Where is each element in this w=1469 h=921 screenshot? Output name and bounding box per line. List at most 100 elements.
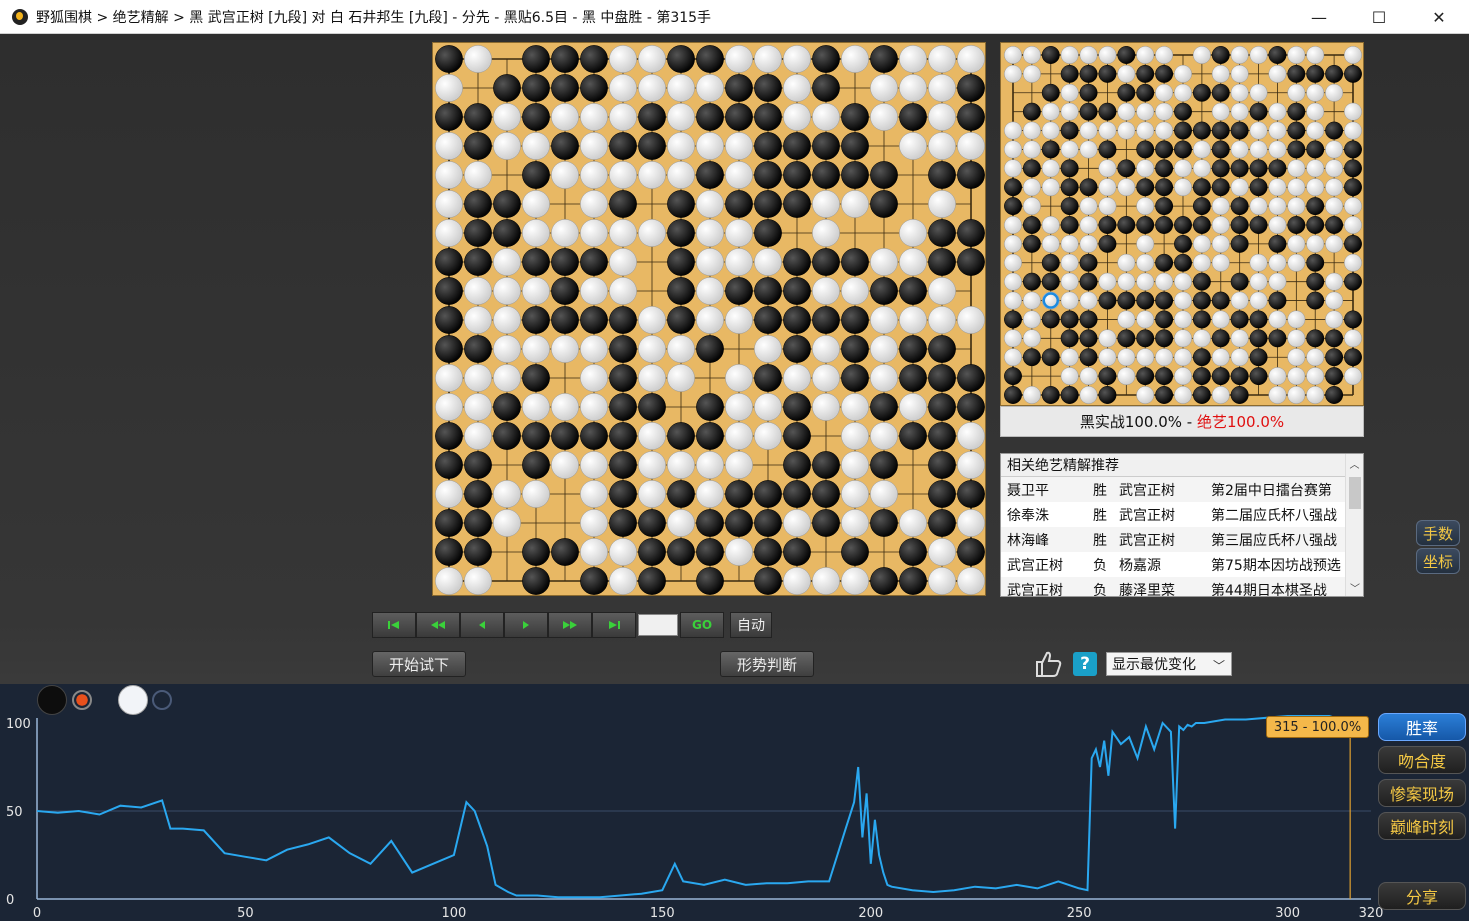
black-stone (667, 306, 695, 334)
white-stone (1287, 46, 1306, 64)
white-stone (957, 567, 985, 595)
white-ai-toggle-icon[interactable] (152, 690, 172, 710)
move-number-input[interactable] (638, 614, 678, 636)
white-stone (1211, 348, 1230, 367)
back-ten-icon (431, 621, 445, 629)
recommendation-scrollbar[interactable]: ︿ ﹀ (1345, 454, 1363, 596)
best-variation-select[interactable]: 显示最优变化 ﹀ (1106, 652, 1232, 676)
white-stone (696, 277, 724, 305)
first-move-button[interactable] (372, 612, 416, 638)
white-stone (580, 219, 608, 247)
rec-opponent: 武宫正树 (1119, 482, 1175, 499)
white-stone (493, 132, 521, 160)
recommendation-row[interactable]: 武宫正树 负藤泽里菜 第44期日本棋圣战 (1001, 577, 1347, 596)
black-stone (1249, 178, 1268, 197)
white-stone (667, 103, 695, 131)
peak-moment-tab-button[interactable]: 巅峰时刻 (1378, 812, 1466, 840)
black-stone (754, 132, 782, 160)
disaster-scene-tab-button[interactable]: 惨案现场 (1378, 779, 1466, 807)
position-judgement-button[interactable]: 形势判断 (720, 651, 814, 677)
scroll-down-icon[interactable]: ﹀ (1346, 578, 1363, 596)
white-stone (1155, 348, 1174, 367)
white-stone (928, 306, 956, 334)
black-stone (1192, 367, 1211, 386)
rec-opponent: 杨嘉源 (1119, 557, 1161, 574)
black-stone (957, 74, 985, 102)
black-stone (928, 161, 956, 189)
white-stone (841, 190, 869, 218)
go-button[interactable]: GO (680, 612, 724, 638)
white-stone (1079, 291, 1098, 310)
white-stone (928, 190, 956, 218)
black-stone (435, 277, 463, 305)
black-stone (1306, 291, 1325, 310)
auto-play-button[interactable]: 自动 (730, 612, 772, 638)
preview-go-board-grid[interactable] (1001, 43, 1365, 407)
white-stone (1117, 121, 1136, 140)
black-stone (899, 103, 927, 131)
black-stone (812, 74, 840, 102)
black-ai-toggle-icon[interactable] (72, 690, 92, 710)
black-stone (1041, 83, 1060, 102)
white-stone (1079, 121, 1098, 140)
white-stone-legend-icon (118, 685, 148, 715)
black-stone (783, 306, 811, 334)
preview-go-board[interactable] (1000, 42, 1364, 406)
recommendation-row[interactable]: 聂卫平 胜武宫正树 第2届中日擂台赛第 (1001, 477, 1347, 502)
thumbs-up-icon[interactable] (1033, 649, 1063, 679)
rec-result: 负 (1093, 557, 1107, 574)
main-go-board-grid[interactable] (433, 43, 987, 597)
white-stone (1155, 46, 1174, 64)
back-ten-button[interactable] (416, 612, 460, 638)
scroll-thumb[interactable] (1349, 477, 1361, 509)
back-one-button[interactable] (460, 612, 504, 638)
forward-one-button[interactable] (504, 612, 548, 638)
forward-ten-icon (563, 621, 577, 629)
scroll-up-icon[interactable]: ︿ (1346, 454, 1363, 472)
rec-result: 胜 (1093, 507, 1107, 524)
share-button[interactable]: 分享 (1378, 882, 1466, 910)
white-stone (580, 190, 608, 218)
forward-ten-button[interactable] (548, 612, 592, 638)
black-stone (899, 277, 927, 305)
white-stone (1022, 310, 1041, 329)
white-stone (1325, 197, 1344, 216)
show-coordinates-button[interactable]: 坐标 (1416, 548, 1460, 574)
black-stone (870, 277, 898, 305)
recommendation-list[interactable]: 相关绝艺精解推荐 聂卫平胜武宫正树 第2届中日擂台赛第 徐奉洙胜武宫正树 第二届应氏杯… (1000, 453, 1364, 597)
minimize-button[interactable]: — (1289, 0, 1349, 34)
maximize-button[interactable]: ☐ (1349, 0, 1409, 34)
back-one-icon (479, 621, 485, 629)
white-stone (667, 74, 695, 102)
winrate-tab-button[interactable]: 胜率 (1378, 713, 1466, 741)
black-stone (899, 567, 927, 595)
black-stone (522, 538, 550, 566)
black-stone (1230, 367, 1249, 386)
white-stone (609, 103, 637, 131)
white-stone (812, 277, 840, 305)
recommendation-row[interactable]: 徐奉洙 胜武宫正树 第二届应氏杯八强战 (1001, 502, 1347, 527)
white-stone (725, 219, 753, 247)
last-move-button[interactable] (592, 612, 636, 638)
black-stone (1268, 234, 1287, 253)
start-trial-button[interactable]: 开始试下 (372, 651, 466, 677)
show-move-numbers-button[interactable]: 手数 (1416, 520, 1460, 546)
recommendation-row[interactable]: 林海峰 胜武宫正树 第三届应氏杯八强战 (1001, 527, 1347, 552)
black-stone (1041, 140, 1060, 159)
white-stone (812, 567, 840, 595)
main-go-board[interactable] (432, 42, 986, 596)
black-stone (667, 277, 695, 305)
close-button[interactable]: ✕ (1409, 0, 1469, 34)
white-stone (957, 132, 985, 160)
help-icon[interactable]: ? (1073, 652, 1097, 676)
white-stone (1306, 178, 1325, 197)
black-stone (1022, 272, 1041, 291)
black-stone (1192, 197, 1211, 216)
black-stone (667, 422, 695, 450)
black-stone (1192, 272, 1211, 291)
black-stone (1306, 140, 1325, 159)
winrate-chart[interactable]: 0 50 100 0 50 100 150 200 250 300 320 (0, 684, 1469, 921)
black-stone (957, 248, 985, 276)
recommendation-row[interactable]: 武宫正树 负杨嘉源 第75期本因坊战预选 (1001, 552, 1347, 577)
match-rate-tab-button[interactable]: 吻合度 (1378, 746, 1466, 774)
